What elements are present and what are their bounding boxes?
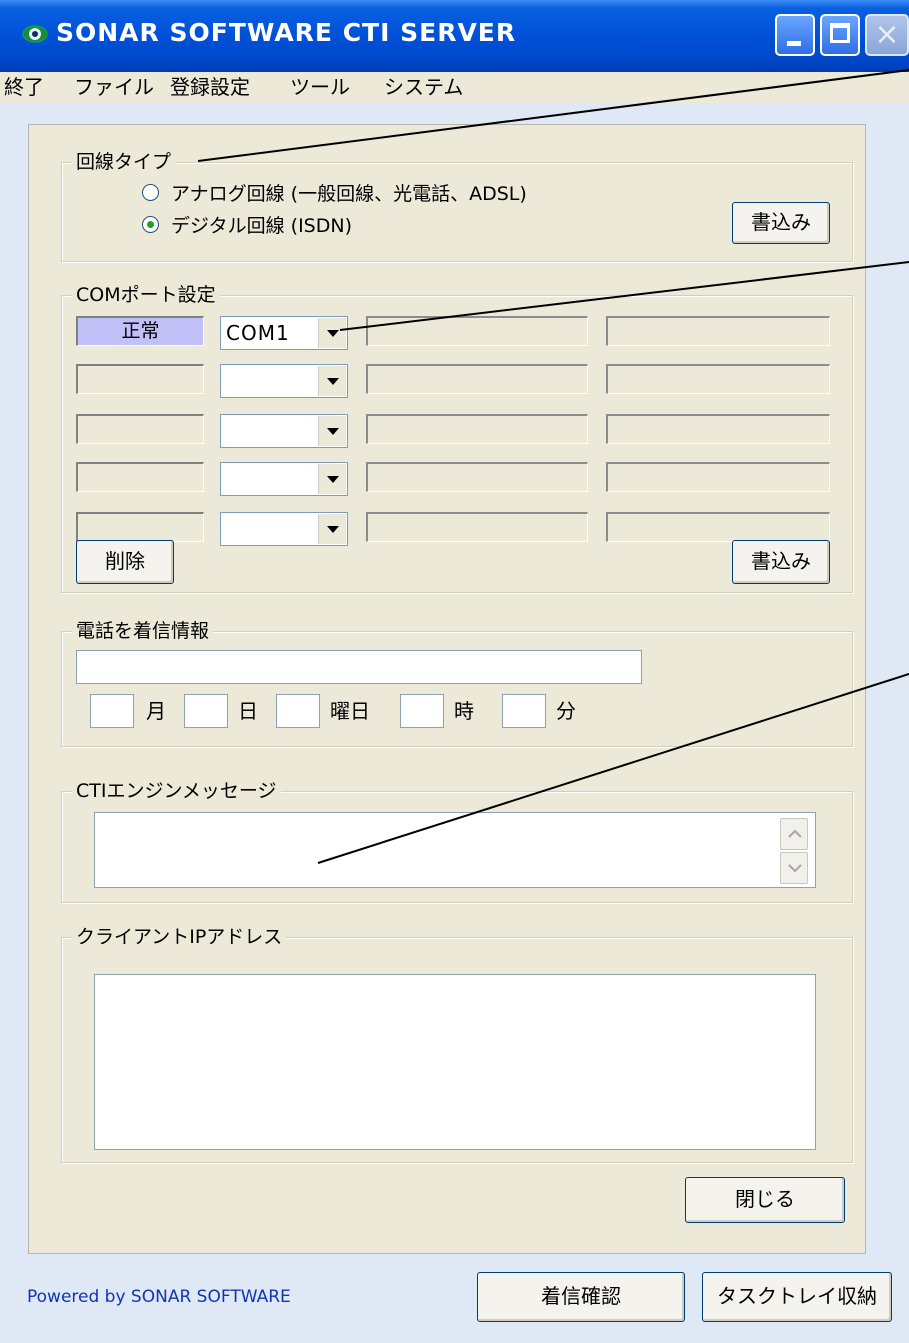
com-status-2 [76, 364, 204, 394]
com-info-1b [606, 316, 830, 346]
engine-message-box[interactable] [94, 812, 816, 888]
menu-registration-settings[interactable]: 登録設定 [170, 72, 250, 102]
engine-message-group: CTIエンジンメッセージ [61, 778, 853, 903]
month-field[interactable] [90, 694, 134, 728]
line-type-group: 回線タイプ アナログ回線 (一般回線、光電話、ADSL) デジタル回線 (ISD… [61, 149, 853, 262]
chevron-up-icon [788, 829, 802, 838]
main-panel: 回線タイプ アナログ回線 (一般回線、光電話、ADSL) デジタル回線 (ISD… [28, 124, 866, 1254]
com-info-5a [366, 512, 588, 542]
incoming-info-group: 電話を着信情報 月 日 曜日 時 分 [61, 618, 853, 747]
hour-label: 時 [454, 699, 474, 723]
day-field[interactable] [184, 694, 228, 728]
engine-message-group-label: CTIエンジンメッセージ [72, 778, 281, 804]
chevron-down-icon[interactable] [318, 416, 346, 446]
radio-digital-circle[interactable] [142, 216, 159, 233]
weekday-field[interactable] [276, 694, 320, 728]
maximize-icon [830, 23, 850, 43]
com-info-2a [366, 364, 588, 394]
com-port-select-2[interactable] [220, 364, 348, 398]
client-ip-group: クライアントIPアドレス [61, 924, 853, 1163]
com-info-5b [606, 512, 830, 542]
hour-field[interactable] [400, 694, 444, 728]
radio-analog-label: アナログ回線 (一般回線、光電話、ADSL) [171, 183, 527, 205]
com-info-3a [366, 414, 588, 444]
menu-bar: 終了 ファイル 登録設定 ツール システム [0, 72, 909, 104]
day-label: 日 [238, 699, 258, 723]
com-status-1: 正常 [76, 316, 204, 346]
line-type-group-label: 回線タイプ [72, 149, 176, 175]
com-status-4 [76, 462, 204, 492]
close-window-button[interactable]: × [865, 14, 909, 56]
com-write-button[interactable]: 書込み [732, 540, 830, 584]
chevron-down-icon[interactable] [318, 514, 346, 544]
minimize-icon [787, 41, 801, 46]
radio-digital[interactable]: デジタル回線 (ISDN) [142, 211, 352, 238]
menu-file[interactable]: ファイル [74, 72, 154, 102]
chevron-down-icon [788, 864, 802, 873]
minute-label: 分 [556, 699, 576, 723]
chevron-down-icon[interactable] [318, 318, 346, 348]
com-info-4a [366, 462, 588, 492]
client-ip-list[interactable] [94, 974, 816, 1150]
minimize-button[interactable] [775, 14, 815, 56]
delete-button[interactable]: 削除 [76, 540, 174, 584]
com-port-select-3[interactable] [220, 414, 348, 448]
com-port-value-1: COM1 [226, 321, 290, 345]
close-button[interactable]: 閉じる [685, 1177, 845, 1223]
com-info-1a [366, 316, 588, 346]
client-ip-group-label: クライアントIPアドレス [72, 924, 287, 950]
line-type-write-button[interactable]: 書込み [732, 202, 830, 244]
chevron-down-icon[interactable] [318, 464, 346, 494]
menu-system[interactable]: システム [384, 72, 463, 102]
radio-digital-label: デジタル回線 (ISDN) [171, 215, 352, 237]
menu-tools[interactable]: ツール [290, 72, 350, 102]
menu-exit[interactable]: 終了 [4, 72, 44, 102]
close-icon: × [874, 17, 900, 52]
com-status-3 [76, 414, 204, 444]
radio-analog[interactable]: アナログ回線 (一般回線、光電話、ADSL) [142, 179, 527, 206]
com-port-select-5[interactable] [220, 512, 348, 546]
month-label: 月 [146, 699, 166, 723]
com-port-select-4[interactable] [220, 462, 348, 496]
powered-by-link[interactable]: Powered by SONAR SOFTWARE [27, 1287, 291, 1307]
check-incoming-button[interactable]: 着信確認 [477, 1272, 685, 1322]
minute-field[interactable] [502, 694, 546, 728]
com-info-3b [606, 414, 830, 444]
chevron-down-icon[interactable] [318, 366, 346, 396]
send-to-tray-button[interactable]: タスクトレイ収納 [702, 1272, 892, 1322]
com-status-5 [76, 512, 204, 542]
com-port-group: COMポート設定 正常 COM1 削除 書込み [61, 282, 853, 593]
maximize-button[interactable] [820, 14, 860, 56]
app-window: SONAR SOFTWARE CTI SERVER × 終了 ファイル 登録設定… [0, 0, 909, 1343]
weekday-label: 曜日 [330, 699, 370, 723]
app-eye-icon [22, 25, 48, 43]
caller-info-field[interactable] [76, 650, 642, 684]
title-bar[interactable]: SONAR SOFTWARE CTI SERVER × [0, 0, 909, 72]
radio-analog-circle[interactable] [142, 184, 159, 201]
com-info-4b [606, 462, 830, 492]
incoming-info-group-label: 電話を着信情報 [72, 618, 214, 644]
scroll-up-button[interactable] [780, 818, 808, 850]
scroll-down-button[interactable] [780, 852, 808, 884]
window-title: SONAR SOFTWARE CTI SERVER [56, 18, 517, 47]
com-port-select-1[interactable]: COM1 [220, 316, 348, 350]
com-info-2b [606, 364, 830, 394]
com-port-group-label: COMポート設定 [72, 282, 220, 308]
